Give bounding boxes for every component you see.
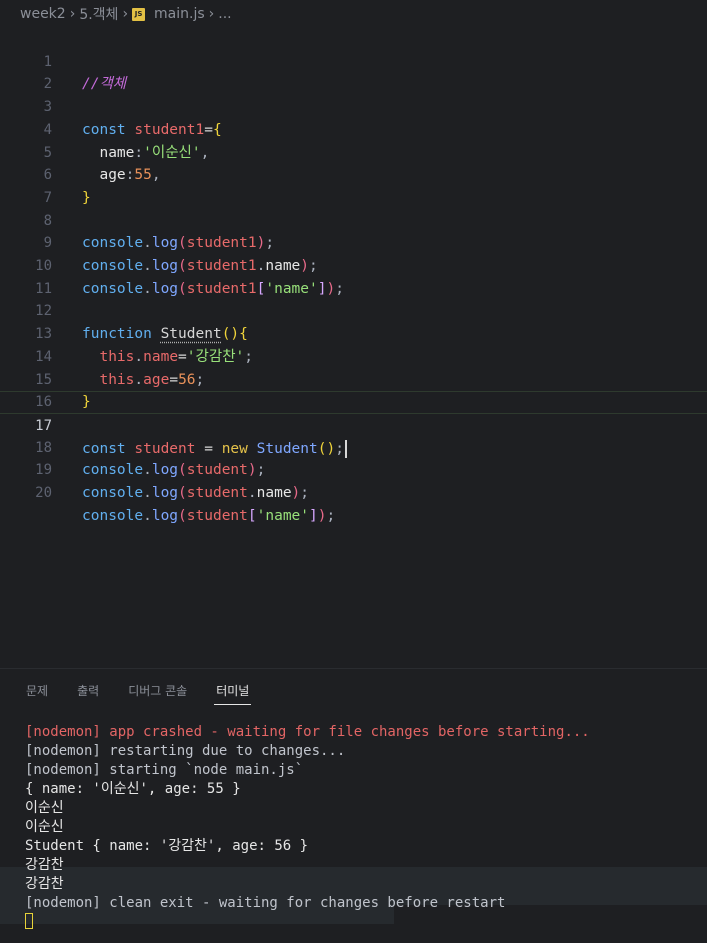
code-line[interactable]: 3 const student1={ [0, 73, 707, 138]
code-line[interactable]: 13 this.name='강감찬'; [0, 300, 707, 365]
panel-tabs: 문제 출력 디버그 콘솔 터미널 [0, 669, 707, 713]
terminal-line: [nodemon] starting `node main.js` [25, 762, 304, 778]
code-line[interactable]: 16 [0, 369, 707, 410]
tab-terminal[interactable]: 터미널 [214, 669, 252, 713]
line-number: 20 [35, 485, 52, 501]
terminal-cursor [25, 913, 33, 929]
bottom-panel: 문제 출력 디버그 콘솔 터미널 [nodemon] app crashed -… [0, 668, 707, 943]
code-line[interactable]: 20 console.log(student['name']); [0, 459, 707, 524]
code-editor[interactable]: 1 //객체 2 3 const student1={ 4 name:'이순신'… [0, 28, 707, 668]
chevron-right-icon: › [208, 6, 215, 22]
tab-problems[interactable]: 문제 [26, 669, 48, 713]
code-line[interactable]: 1 //객체 [0, 28, 707, 93]
breadcrumb-item-file[interactable]: main.js [154, 6, 205, 22]
terminal-line: 강감찬 [25, 876, 64, 892]
terminal-line: { name: '이순신', age: 55 } [25, 781, 241, 797]
code-line[interactable]: 14 this.age=56; [0, 323, 707, 388]
code-line[interactable]: 4 name:'이순신', [0, 96, 707, 161]
code-line[interactable]: 10 console.log(student1['name']); [0, 232, 707, 297]
tab-output[interactable]: 출력 [77, 669, 99, 713]
js-file-icon: JS [132, 7, 146, 21]
breadcrumb-item-more[interactable]: ... [218, 6, 231, 22]
code-line[interactable]: 2 [0, 51, 707, 92]
code-line[interactable]: 11 [0, 255, 707, 297]
breadcrumb: week2 › 5.객체 › JS main.js › ... [0, 0, 707, 28]
code-line[interactable]: 19 console.log(student.name); [0, 437, 707, 501]
terminal-line: 이순신 [25, 800, 64, 816]
code-line[interactable]: 8 console.log(student1); [0, 187, 707, 252]
chevron-right-icon: › [122, 6, 129, 22]
code-line[interactable]: 18 console.log(student); [0, 414, 707, 479]
code-line[interactable]: 12 function Student(){ [0, 278, 707, 342]
code-line[interactable]: 7 [0, 164, 707, 206]
terminal-line: Student { name: '강감찬', age: 56 } [25, 838, 309, 854]
terminal-line: [nodemon] clean exit - waiting for chang… [25, 895, 506, 911]
breadcrumb-item-week2[interactable]: week2 [20, 6, 66, 22]
chevron-right-icon: › [69, 6, 76, 22]
code-line[interactable]: 5 age:55, [0, 119, 707, 184]
code-line[interactable]: 9 console.log(student1.name); [0, 210, 707, 274]
tab-debug-console[interactable]: 디버그 콘솔 [128, 669, 187, 713]
terminal-line: [nodemon] app crashed - waiting for file… [25, 724, 590, 740]
terminal-line: [nodemon] restarting due to changes... [25, 743, 346, 759]
code-line[interactable]: 15 } [0, 346, 707, 411]
code-line[interactable]: 6 } [0, 142, 707, 206]
terminal-line: 강감찬 [25, 857, 64, 873]
terminal-line: 이순신 [25, 819, 64, 835]
code-line-active[interactable]: 17 const student = new Student(); [0, 391, 707, 458]
breadcrumb-item-folder[interactable]: 5.객체 [79, 4, 118, 24]
